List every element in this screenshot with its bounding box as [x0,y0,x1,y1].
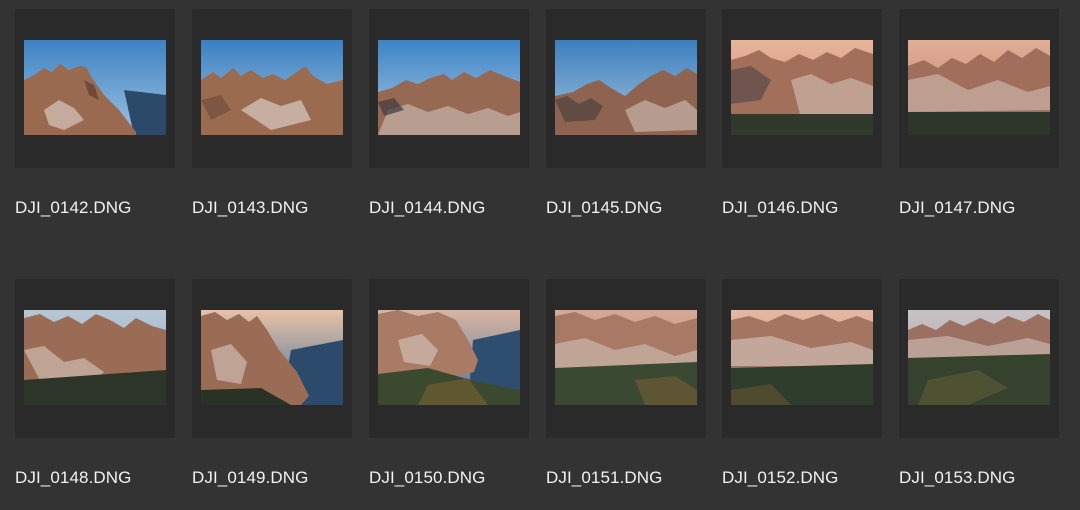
thumbnail-tile[interactable] [369,9,529,168]
photo-thumbnail[interactable] [555,40,697,135]
photo-thumbnail[interactable] [378,40,520,135]
file-name-label[interactable]: DJI_0143.DNG [192,198,362,218]
thumbnail-tile[interactable] [15,9,175,168]
file-name-label[interactable]: DJI_0150.DNG [369,468,539,488]
photo-thumbnail[interactable] [908,40,1050,135]
thumbnail-tile[interactable] [546,279,706,438]
thumbnail-tile[interactable] [192,279,352,438]
file-name-label[interactable]: DJI_0152.DNG [722,468,892,488]
photo-thumbnail[interactable] [24,40,166,135]
thumbnail-tile[interactable] [369,279,529,438]
file-name-label[interactable]: DJI_0145.DNG [546,198,716,218]
photo-thumbnail[interactable] [908,310,1050,405]
thumbnail-tile[interactable] [722,9,882,168]
file-grid: DJI_0142.DNG DJI_0143.DNG DJI_0144.DNG D… [0,0,1080,510]
file-name-label[interactable]: DJI_0153.DNG [899,468,1069,488]
file-name-label[interactable]: DJI_0144.DNG [369,198,539,218]
file-name-label[interactable]: DJI_0149.DNG [192,468,362,488]
photo-thumbnail[interactable] [201,310,343,405]
photo-thumbnail[interactable] [555,310,697,405]
photo-thumbnail[interactable] [24,310,166,405]
thumbnail-tile[interactable] [546,9,706,168]
thumbnail-tile[interactable] [899,279,1059,438]
thumbnail-tile[interactable] [15,279,175,438]
thumbnail-tile[interactable] [899,9,1059,168]
thumbnail-tile[interactable] [192,9,352,168]
photo-thumbnail[interactable] [731,40,873,135]
photo-thumbnail[interactable] [731,310,873,405]
file-name-label[interactable]: DJI_0148.DNG [15,468,185,488]
thumbnail-tile[interactable] [722,279,882,438]
file-name-label[interactable]: DJI_0147.DNG [899,198,1069,218]
file-name-label[interactable]: DJI_0151.DNG [546,468,716,488]
file-name-label[interactable]: DJI_0142.DNG [15,198,185,218]
photo-thumbnail[interactable] [378,310,520,405]
photo-thumbnail[interactable] [201,40,343,135]
file-name-label[interactable]: DJI_0146.DNG [722,198,892,218]
